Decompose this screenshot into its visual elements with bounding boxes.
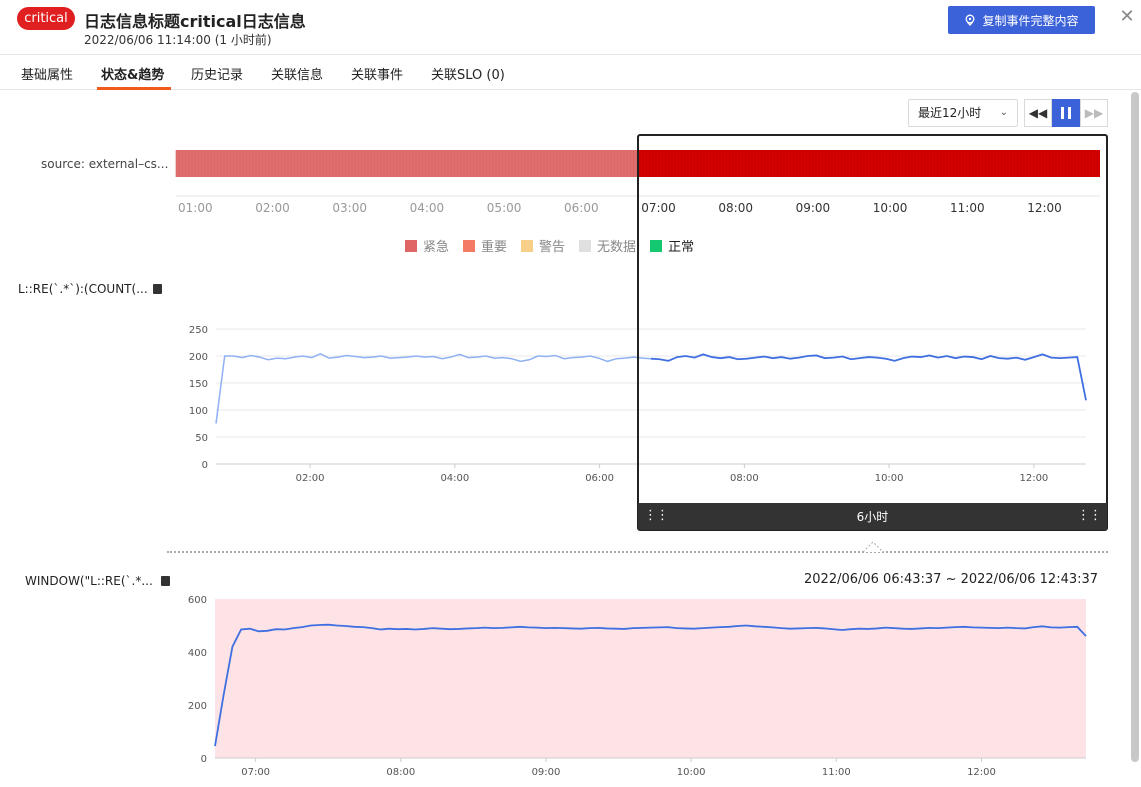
- active-tab-indicator: [97, 87, 171, 90]
- y-tick-label: 250: [189, 325, 208, 336]
- selection-duration-bar[interactable]: ⋮⋮ 6小时 ⋮⋮: [638, 503, 1107, 530]
- legend-swatch: [405, 239, 417, 252]
- x-tick-label: 04:00: [440, 473, 469, 484]
- timeline-tick-label: 12:00: [1027, 201, 1062, 215]
- chart-shaded-area: [215, 599, 1086, 758]
- legend-item-nodata[interactable]: 无数据: [579, 236, 636, 255]
- x-tick-label: 12:00: [967, 767, 996, 778]
- timeline-tick-label: 06:00: [564, 201, 599, 215]
- y-tick-label: 400: [188, 648, 207, 659]
- y-tick-label: 50: [195, 433, 208, 444]
- y-tick-label: 200: [188, 701, 207, 712]
- pause-button[interactable]: [1052, 99, 1080, 127]
- x-tick-label: 08:00: [386, 767, 415, 778]
- tab-basic-attributes[interactable]: 基础属性: [21, 64, 73, 83]
- copy-icon[interactable]: [153, 284, 162, 294]
- timeline-tick-label: 11:00: [950, 201, 985, 215]
- right-drag-handle[interactable]: ⋮⋮: [1077, 509, 1102, 522]
- caret-up-icon: [862, 541, 884, 553]
- window-time-range: 2022/06/06 06:43:37 ~ 2022/06/06 12:43:3…: [804, 572, 1099, 587]
- timeline-tick-label: 10:00: [873, 201, 908, 215]
- legend-label: 正常: [668, 240, 695, 255]
- x-tick-label: 09:00: [532, 767, 561, 778]
- tab-bar: 基础属性 状态&趋势 历史记录 关联信息 关联事件 关联SLO (0): [0, 54, 1141, 90]
- timeline-tick-label: 04:00: [410, 201, 445, 215]
- metric-label-window: WINDOW("L::RE(`.*...: [25, 574, 153, 588]
- rewind-button[interactable]: ◀◀: [1024, 99, 1052, 127]
- location-pin-icon: [966, 14, 975, 26]
- copy-event-button[interactable]: 复制事件完整内容: [948, 6, 1095, 34]
- y-tick-label: 200: [189, 352, 208, 363]
- x-tick-label: 12:00: [1019, 473, 1048, 484]
- tab-related-events[interactable]: 关联事件: [351, 64, 403, 83]
- forward-button[interactable]: ▶▶: [1080, 99, 1108, 127]
- series-line-dim: [215, 353, 652, 424]
- y-tick-label: 150: [189, 379, 208, 390]
- section-divider: [167, 551, 1108, 553]
- legend-item-warning[interactable]: 警告: [521, 236, 565, 255]
- legend-swatch: [463, 239, 476, 252]
- copy-event-label: 复制事件完整内容: [982, 13, 1079, 28]
- timeline-tick-label: 03:00: [332, 201, 367, 215]
- pause-icon: [1059, 107, 1073, 119]
- x-tick-label: 07:00: [241, 767, 270, 778]
- time-range-select[interactable]: 最近12小时 ⌄: [908, 99, 1018, 127]
- page-title: 日志信息标题critical日志信息: [84, 12, 306, 31]
- y-tick-label: 600: [188, 595, 207, 606]
- legend-swatch: [521, 239, 534, 252]
- legend-label: 警告: [539, 240, 566, 255]
- x-tick-label: 10:00: [875, 473, 904, 484]
- legend-label: 无数据: [597, 240, 637, 255]
- y-tick-label: 100: [189, 406, 208, 417]
- legend-label: 紧急: [423, 240, 450, 255]
- event-timestamp: 2022/06/06 11:14:00 (1 小时前): [84, 33, 272, 47]
- tab-status-trend[interactable]: 状态&趋势: [101, 64, 164, 83]
- legend-swatch: [650, 239, 663, 252]
- legend-item-ok[interactable]: 正常: [650, 236, 694, 255]
- chevron-down-icon: ⌄: [999, 107, 1008, 118]
- y-tick-label: 0: [202, 460, 208, 471]
- x-tick-label: 10:00: [677, 767, 706, 778]
- legend-label: 重要: [481, 240, 508, 255]
- x-tick-label: 11:00: [822, 767, 851, 778]
- selection-duration: 6小时: [856, 510, 889, 524]
- close-icon[interactable]: ✕: [1118, 8, 1136, 26]
- forward-icon: ▶▶: [1084, 106, 1104, 120]
- series-line-highlight: [650, 353, 1087, 401]
- legend-item-critical[interactable]: 紧急: [405, 236, 449, 255]
- timeline-tick-label: 08:00: [718, 201, 753, 215]
- metric-label-count: L::RE(`.*`):(COUNT(...: [18, 282, 148, 296]
- event-detail-panel: critical 日志信息标题critical日志信息 2022/06/06 1…: [0, 0, 1141, 787]
- timeline-tick-label: 07:00: [641, 201, 676, 215]
- x-tick-label: 08:00: [730, 473, 759, 484]
- copy-icon[interactable]: [161, 576, 170, 586]
- severity-badge: critical: [17, 7, 75, 30]
- legend-swatch: [579, 239, 592, 252]
- status-timeline[interactable]: 01:00 02:00 03:00 04:00 05:00 06:00 07:00 08:00…: [0, 140, 1110, 220]
- tab-related-slo[interactable]: 关联SLO (0): [431, 64, 505, 83]
- tab-related-info[interactable]: 关联信息: [271, 64, 323, 83]
- timeline-tick-label: 01:00: [178, 201, 213, 215]
- timeline-tick-label: 09:00: [796, 201, 831, 215]
- y-tick-label: 0: [201, 754, 207, 765]
- scrollbar[interactable]: [1131, 92, 1139, 762]
- left-drag-handle[interactable]: ⋮⋮: [644, 509, 669, 522]
- x-tick-label: 02:00: [296, 473, 325, 484]
- timeline-tick-label: 02:00: [255, 201, 290, 215]
- tab-history[interactable]: 历史记录: [191, 64, 243, 83]
- legend-item-major[interactable]: 重要: [463, 236, 507, 255]
- count-line-chart: 0 50 100 150 200 250 02:00 04:00 06:00 08:00 10:00…: [189, 325, 1087, 484]
- timeline-tick-label: 05:00: [487, 201, 522, 215]
- rewind-icon: ◀◀: [1028, 106, 1048, 120]
- x-tick-label: 06:00: [585, 473, 614, 484]
- window-area-chart: 0 200 400 600 07:00 08:00 09:00 10:00 11:00 12:00: [188, 595, 1087, 778]
- status-legend: 紧急 重要 警告 无数据 正常: [405, 236, 694, 255]
- time-range-value: 最近12小时: [918, 106, 982, 120]
